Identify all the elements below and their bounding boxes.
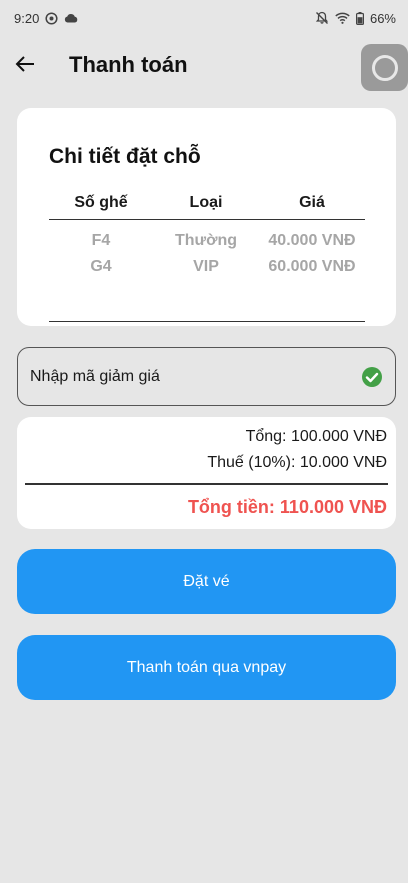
status-left: 9:20 <box>14 11 78 26</box>
page-title: Thanh toán <box>69 52 188 77</box>
at-sign-icon <box>45 11 58 25</box>
status-time: 9:20 <box>14 10 40 26</box>
app-bar: Thanh toán <box>0 40 408 92</box>
wifi-icon <box>335 12 350 24</box>
book-ticket-label: Đặt vé <box>183 572 230 590</box>
tax-text: Thuế (10%): 10.000 VNĐ <box>207 454 387 471</box>
book-ticket-button[interactable]: Đặt vé <box>17 549 396 614</box>
status-right: 66% <box>315 11 396 26</box>
back-button[interactable] <box>10 52 40 80</box>
battery-icon <box>355 11 364 25</box>
discount-code-field[interactable]: Nhập mã giảm giá <box>17 347 396 406</box>
column-header-seat: Số ghế <box>74 193 128 211</box>
table-body: F4 Thường 40.000 VNĐ G4 VIP 60.000 VNĐ <box>49 220 365 322</box>
seat-number: G4 <box>90 258 112 275</box>
assistive-touch-button[interactable] <box>361 44 408 91</box>
seat-table: Số ghế Loại Giá F4 Thường 40.000 VNĐ G4 … <box>49 186 365 322</box>
seat-price: 60.000 VNĐ <box>268 258 356 275</box>
seat-type: Thường <box>174 232 238 249</box>
check-circle-icon <box>361 366 383 388</box>
column-header-type: Loại <box>189 193 223 211</box>
grand-total-text: Tổng tiền: 110.000 VNĐ <box>187 497 387 517</box>
seat-number: F4 <box>91 232 111 249</box>
arrow-left-icon <box>15 55 35 78</box>
column-header-price: Giá <box>299 193 325 211</box>
price-summary-card: Tổng: 100.000 VNĐ Thuế (10%): 10.000 VNĐ… <box>17 417 396 529</box>
discount-code-label: Nhập mã giảm giá <box>30 367 160 385</box>
subtotal-text: Tổng: 100.000 VNĐ <box>245 428 387 445</box>
pay-vnpay-button[interactable]: Thanh toán qua vnpay <box>17 635 396 700</box>
booking-details-title: Chi tiết đặt chỗ <box>49 145 201 168</box>
status-bar: 9:20 66% <box>0 0 408 36</box>
circle-icon <box>371 54 398 81</box>
divider <box>25 483 388 485</box>
battery-percent: 66% <box>369 10 396 26</box>
table-row: F4 Thường 40.000 VNĐ <box>49 228 365 254</box>
bell-off-icon <box>315 11 329 25</box>
booking-details-card: Chi tiết đặt chỗ Số ghế Loại Giá F4 Thườ… <box>17 108 396 326</box>
table-header: Số ghế Loại Giá <box>49 186 365 220</box>
pay-vnpay-label: Thanh toán qua vnpay <box>126 658 287 676</box>
seat-type: VIP <box>193 258 219 275</box>
table-row: G4 VIP 60.000 VNĐ <box>49 254 365 280</box>
cloud-icon <box>64 13 78 23</box>
seat-price: 40.000 VNĐ <box>268 232 356 249</box>
